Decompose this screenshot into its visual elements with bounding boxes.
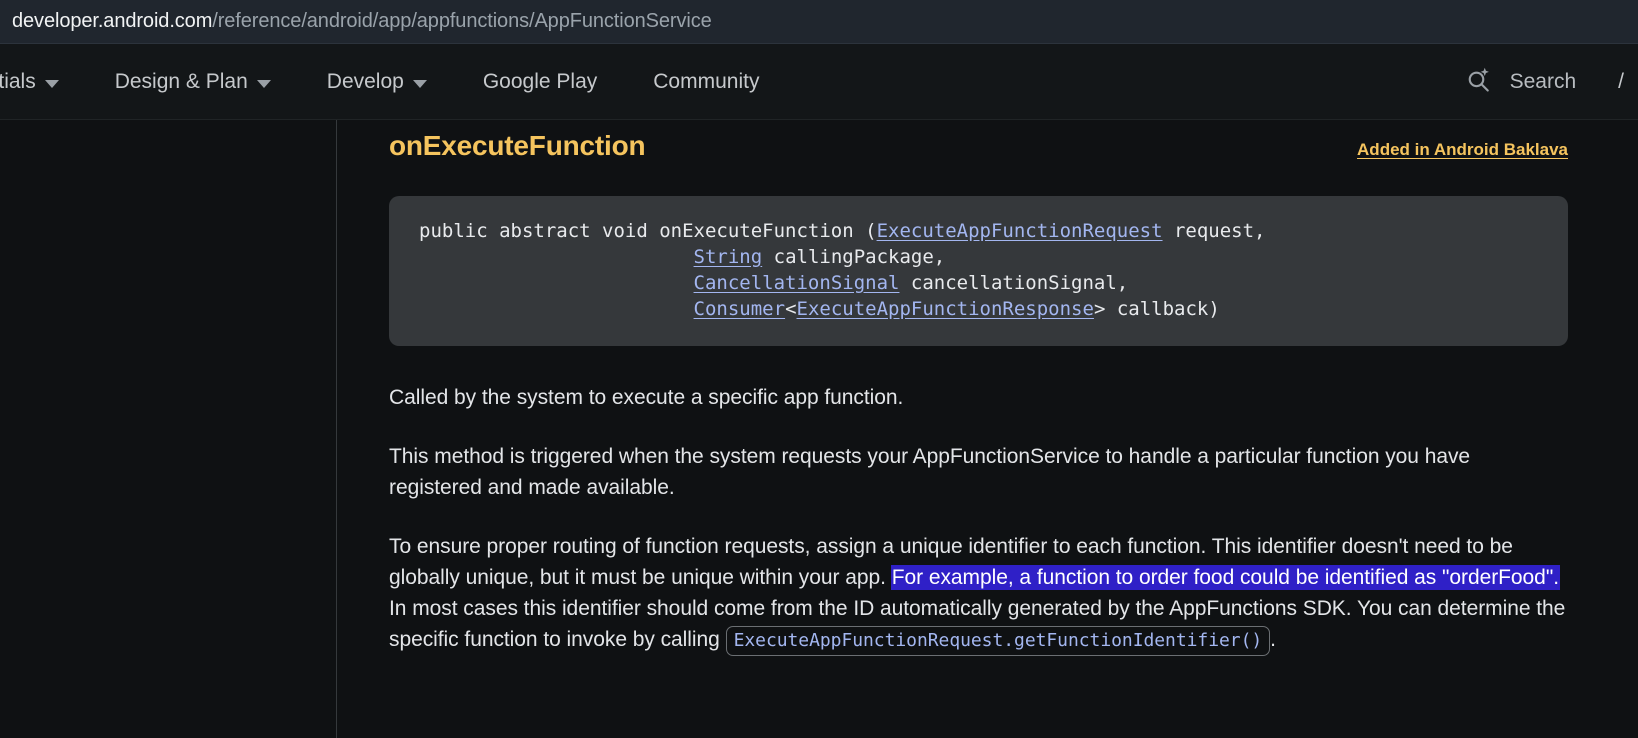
- signature-line2-indent: [419, 246, 694, 268]
- nav-item-google-play[interactable]: Google Play: [455, 70, 625, 94]
- nav-item-label: Develop: [327, 70, 404, 94]
- main-content: onExecuteFunction Added in Android Bakla…: [337, 120, 1638, 738]
- search-label: Search: [1510, 70, 1577, 94]
- nav-item-label: Google Play: [483, 70, 597, 94]
- nav-item-label: Design & Plan: [115, 70, 248, 94]
- search-shortcut-hint: /: [1594, 70, 1624, 94]
- nav-item-label: ssentials: [0, 70, 36, 94]
- signature-line3-post: cancellationSignal,: [899, 272, 1128, 294]
- left-sidebar[interactable]: [0, 120, 337, 738]
- search-button[interactable]: Search: [1464, 65, 1577, 100]
- site-top-navigation: ssentials Design & Plan Develop Google P…: [0, 44, 1638, 120]
- type-link-execute-app-function-request[interactable]: ExecuteAppFunctionRequest: [877, 220, 1163, 242]
- type-link-string[interactable]: String: [694, 246, 763, 268]
- nav-item-design-and-plan[interactable]: Design & Plan: [87, 70, 299, 94]
- nav-item-essentials[interactable]: ssentials: [0, 70, 87, 94]
- method-signature-code-block: public abstract void onExecuteFunction (…: [389, 196, 1568, 346]
- signature-line4-post: > callback): [1094, 298, 1220, 320]
- chevron-down-icon: [45, 80, 59, 88]
- paragraph3-trailing-period: .: [1270, 628, 1276, 651]
- url-text: developer.android.com/reference/android/…: [12, 10, 712, 33]
- url-path: /reference/android/app/appfunctions/AppF…: [212, 10, 711, 32]
- added-in-api-link[interactable]: Added in Android Baklava: [1357, 140, 1568, 160]
- member-heading-row: onExecuteFunction Added in Android Bakla…: [389, 120, 1568, 162]
- search-area: Search /: [1464, 44, 1638, 120]
- selected-text-highlight: For example, a function to order food co…: [892, 566, 1559, 589]
- signature-line2-post: callingPackage,: [762, 246, 945, 268]
- nav-item-community[interactable]: Community: [625, 70, 787, 94]
- type-link-consumer[interactable]: Consumer: [694, 298, 786, 320]
- nav-item-label: Community: [653, 70, 759, 94]
- chevron-down-icon: [413, 80, 427, 88]
- page-body: onExecuteFunction Added in Android Bakla…: [0, 120, 1638, 738]
- nav-items: ssentials Design & Plan Develop Google P…: [0, 70, 787, 94]
- type-link-execute-app-function-response[interactable]: ExecuteAppFunctionResponse: [797, 298, 1094, 320]
- nav-item-develop[interactable]: Develop: [299, 70, 455, 94]
- type-link-cancellation-signal[interactable]: CancellationSignal: [694, 272, 900, 294]
- signature-line4-indent: [419, 298, 694, 320]
- description-paragraph-1: Called by the system to execute a specif…: [389, 382, 1568, 413]
- search-sparkle-icon: [1464, 65, 1494, 100]
- description-paragraph-2: This method is triggered when the system…: [389, 441, 1568, 503]
- page-title: onExecuteFunction: [389, 130, 645, 162]
- inline-code-get-function-identifier[interactable]: ExecuteAppFunctionRequest.getFunctionIde…: [726, 626, 1271, 656]
- chevron-down-icon: [257, 80, 271, 88]
- browser-url-bar[interactable]: developer.android.com/reference/android/…: [0, 0, 1638, 44]
- signature-line3-indent: [419, 272, 694, 294]
- signature-line1-pre: public abstract void onExecuteFunction (: [419, 220, 877, 242]
- signature-line1-post: request,: [1163, 220, 1266, 242]
- url-host: developer.android.com: [12, 10, 212, 32]
- signature-line4-mid: <: [785, 298, 796, 320]
- description-paragraph-3: To ensure proper routing of function req…: [389, 531, 1568, 656]
